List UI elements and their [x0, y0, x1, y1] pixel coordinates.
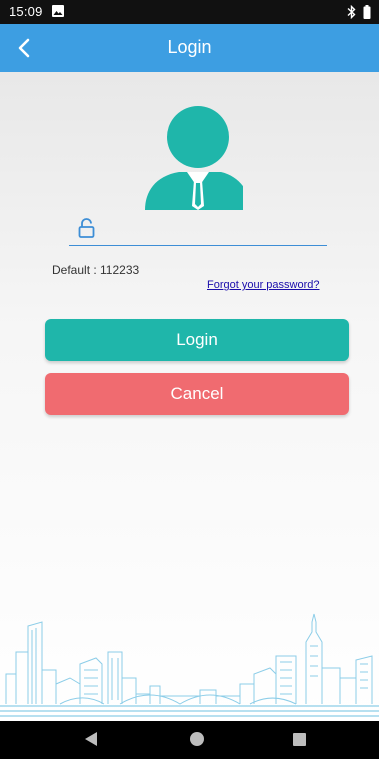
- app-bar: Login: [0, 24, 379, 72]
- password-input[interactable]: [105, 216, 324, 242]
- status-icons: [347, 3, 371, 21]
- forgot-password-link[interactable]: Forgot your password?: [207, 279, 320, 291]
- password-field: [69, 212, 327, 246]
- bluetooth-icon: [347, 5, 356, 19]
- gallery-icon: [52, 5, 64, 17]
- battery-icon: [363, 5, 371, 19]
- login-screen: Default : 112233 Forgot your password? L…: [0, 72, 379, 721]
- home-circle-icon[interactable]: [190, 732, 204, 746]
- user-avatar-icon: [145, 106, 243, 210]
- default-password-hint: Default : 112233: [52, 263, 140, 277]
- status-bar: 15:09: [0, 0, 379, 24]
- back-triangle-icon[interactable]: [84, 731, 98, 747]
- city-skyline-illustration: [0, 613, 379, 717]
- system-nav-bar: [0, 721, 379, 759]
- page-title: Login: [167, 37, 212, 57]
- login-button[interactable]: Login: [45, 319, 349, 361]
- recents-square-icon[interactable]: [293, 733, 306, 746]
- unlock-icon: [78, 218, 95, 238]
- cancel-button[interactable]: Cancel: [45, 373, 349, 415]
- status-time: 15:09: [9, 4, 43, 19]
